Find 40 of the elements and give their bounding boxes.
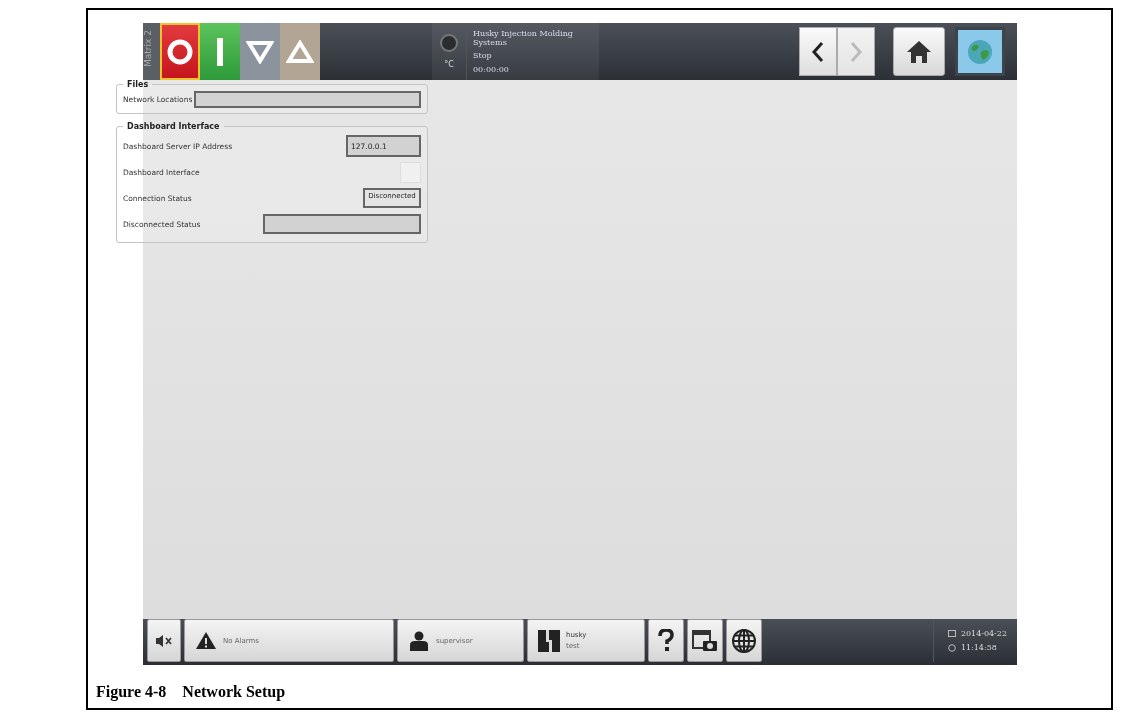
screenshot-button[interactable] — [687, 619, 723, 662]
question-mark-icon — [658, 628, 674, 653]
group-title: Dashboard Interface — [126, 122, 221, 131]
side-label: Matrix 2 — [143, 23, 160, 80]
language-button[interactable] — [726, 619, 762, 662]
back-button[interactable] — [799, 27, 837, 76]
speaker-muted-icon — [155, 633, 173, 648]
globe-icon — [966, 37, 994, 66]
start-button[interactable] — [200, 23, 240, 80]
chevron-right-icon — [849, 40, 863, 63]
down-button[interactable] — [240, 23, 280, 80]
calendar-icon — [947, 630, 956, 637]
globe-icon — [731, 627, 757, 654]
machine-name: Husky Injection Molding Systems — [473, 29, 574, 48]
time-text: 11:14:58 — [960, 643, 997, 652]
window-camera-icon — [692, 629, 718, 652]
date-text: 2014-04-22 — [960, 629, 1007, 638]
home-button[interactable] — [893, 27, 945, 76]
bar-icon — [216, 37, 224, 66]
group-title: Files — [126, 80, 150, 89]
input-field[interactable] — [194, 91, 421, 108]
mute-button[interactable] — [147, 619, 181, 662]
warning-icon — [195, 631, 217, 650]
ring-icon — [167, 38, 193, 65]
input-field[interactable] — [263, 214, 421, 234]
cycle-timer: 00:00:00 — [473, 64, 510, 74]
figure-caption: Figure 4-8 Network Setup — [95, 683, 287, 701]
clock-icon — [947, 643, 956, 652]
help-button[interactable] — [648, 619, 684, 662]
up-triangle-icon — [286, 39, 314, 64]
indicator-lamp-icon — [440, 34, 458, 52]
temperature-unit: °C — [444, 60, 454, 69]
globe-button[interactable] — [955, 27, 1005, 76]
stop-button[interactable] — [160, 23, 200, 80]
machine-state: Stop — [473, 51, 493, 61]
chevron-left-icon — [811, 40, 825, 63]
down-triangle-icon — [246, 39, 274, 64]
logo-icon — [538, 629, 560, 652]
home-icon — [906, 39, 932, 64]
person-icon — [408, 630, 430, 651]
